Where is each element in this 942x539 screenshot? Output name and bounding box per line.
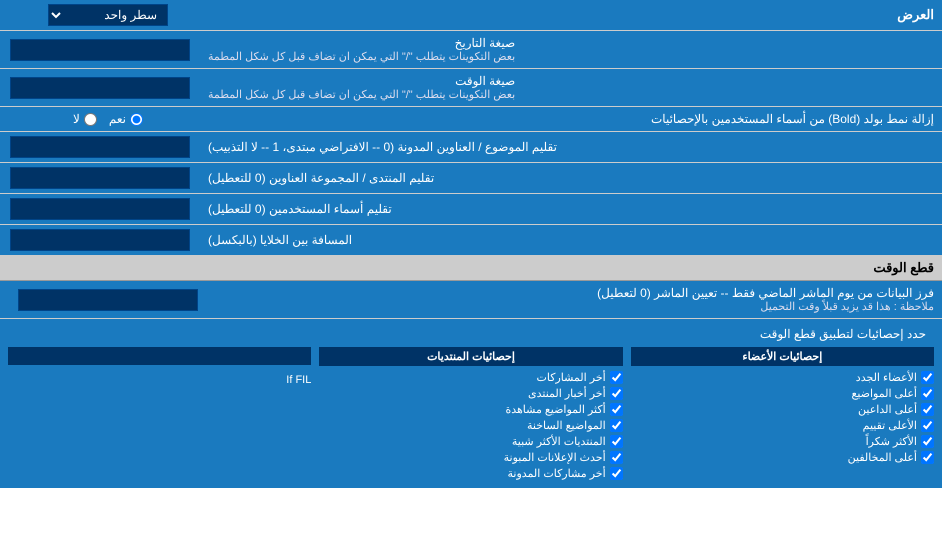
forum-stats-header: إحصائيات المنتديات bbox=[319, 347, 622, 366]
members-top-rated: الأعلى تقييم bbox=[631, 419, 934, 432]
stats-grid: إحصائيات الأعضاء الأعضاء الجدد أعلى المو… bbox=[8, 347, 934, 480]
forum-last-posts-checkbox[interactable] bbox=[610, 371, 623, 384]
cells-gap-label: المسافة بين الخلايا (بالبكسل) bbox=[200, 225, 942, 255]
forum-last-news-checkbox[interactable] bbox=[610, 387, 623, 400]
bold-remove-radio-area: نعم لا bbox=[8, 112, 208, 126]
forum-latest-announcements-label: أحدث الإعلانات المبونة bbox=[504, 451, 606, 464]
members-top-violated-checkbox[interactable] bbox=[921, 451, 934, 464]
members-top-topics: أعلى المواضيع bbox=[631, 387, 934, 400]
time-format-label: صيغة الوقت بعض التكوينات يتطلب "/" التي … bbox=[200, 69, 942, 106]
header-select-area: سطر واحدسطرينثلاثة أسطر bbox=[8, 4, 208, 26]
time-format-input[interactable]: H:i bbox=[10, 77, 190, 99]
forum-hot-topics-checkbox[interactable] bbox=[610, 419, 623, 432]
forum-most-similar-checkbox[interactable] bbox=[610, 435, 623, 448]
forum-most-similar-label: المنتديات الأكثر شبية bbox=[512, 435, 606, 448]
forum-hot-topics-label: المواضيع الساخنة bbox=[527, 419, 606, 432]
time-format-row: صيغة الوقت بعض التكوينات يتطلب "/" التي … bbox=[0, 69, 942, 107]
date-format-note: بعض التكوينات يتطلب "/" التي يمكن ان تضا… bbox=[208, 50, 515, 63]
snapshot-main-label: فرز البيانات من يوم الماشر الماضي فقط --… bbox=[208, 286, 934, 300]
snapshot-data-row: فرز البيانات من يوم الماشر الماضي فقط --… bbox=[0, 281, 942, 319]
date-format-title: صيغة التاريخ bbox=[208, 36, 515, 50]
forum-latest-announcements-checkbox[interactable] bbox=[610, 451, 623, 464]
snapshot-value-input[interactable]: 0 bbox=[18, 289, 198, 311]
stats-title: حدد إحصائيات لتطبيق قطع الوقت bbox=[8, 323, 934, 347]
forum-most-similar: المنتديات الأكثر شبية bbox=[319, 435, 622, 448]
cells-gap-row: المسافة بين الخلايا (بالبكسل) 2 bbox=[0, 225, 942, 256]
members-new-label: الأعضاء الجدد bbox=[856, 371, 917, 384]
members-new-checkbox[interactable] bbox=[921, 371, 934, 384]
snapshot-input-area: 0 bbox=[8, 289, 208, 311]
forum-last-posts: أخر المشاركات bbox=[319, 371, 622, 384]
members-top-rated-label: الأعلى تقييم bbox=[863, 419, 917, 432]
topics-order-label: تقليم الموضوع / العناوين المدونة (0 -- ا… bbox=[200, 132, 942, 162]
extra-stats-col: If FIL bbox=[8, 347, 311, 480]
forum-stats-col: إحصائيات المنتديات أخر المشاركات أخر أخب… bbox=[319, 347, 622, 480]
topics-order-row: تقليم الموضوع / العناوين المدونة (0 -- ا… bbox=[0, 132, 942, 163]
members-top-callers: أعلى الداعين bbox=[631, 403, 934, 416]
user-names-label: تقليم أسماء المستخدمين (0 للتعطيل) bbox=[200, 194, 942, 224]
forum-order-input-area: 33 bbox=[0, 163, 200, 193]
members-top-rated-checkbox[interactable] bbox=[921, 419, 934, 432]
main-container: العرض سطر واحدسطرينثلاثة أسطر صيغة التار… bbox=[0, 0, 942, 488]
members-top-violated: أعلى المخالفين bbox=[631, 451, 934, 464]
user-names-row: تقليم أسماء المستخدمين (0 للتعطيل) 0 bbox=[0, 194, 942, 225]
forum-last-news: أخر أخبار المنتدى bbox=[319, 387, 622, 400]
members-stats-col: إحصائيات الأعضاء الأعضاء الجدد أعلى المو… bbox=[631, 347, 934, 480]
bold-yes-text: نعم bbox=[109, 112, 126, 126]
display-select[interactable]: سطر واحدسطرينثلاثة أسطر bbox=[48, 4, 168, 26]
cells-gap-input-area: 2 bbox=[0, 225, 200, 255]
snapshot-section-header: قطع الوقت bbox=[0, 256, 942, 281]
members-most-thanks: الأكثر شكراً bbox=[631, 435, 934, 448]
date-format-label: صيغة التاريخ بعض التكوينات يتطلب "/" الت… bbox=[200, 31, 942, 68]
topics-order-input[interactable]: 33 bbox=[10, 136, 190, 158]
bold-remove-row: إزالة نمط بولد (Bold) من أسماء المستخدمي… bbox=[0, 107, 942, 132]
members-most-thanks-checkbox[interactable] bbox=[921, 435, 934, 448]
header-row: العرض سطر واحدسطرينثلاثة أسطر bbox=[0, 0, 942, 31]
forum-order-input[interactable]: 33 bbox=[10, 167, 190, 189]
forum-last-blog-posts-checkbox[interactable] bbox=[610, 467, 623, 480]
forum-last-blog-posts-label: أخر مشاركات المدونة bbox=[508, 467, 606, 480]
forum-last-blog-posts: أخر مشاركات المدونة bbox=[319, 467, 622, 480]
topics-order-input-area: 33 bbox=[0, 132, 200, 162]
date-format-input-area: d-m bbox=[0, 31, 200, 68]
date-format-input[interactable]: d-m bbox=[10, 39, 190, 61]
user-names-input-area: 0 bbox=[0, 194, 200, 224]
time-format-input-area: H:i bbox=[0, 69, 200, 106]
forum-last-news-label: أخر أخبار المنتدى bbox=[528, 387, 606, 400]
members-top-violated-label: أعلى المخالفين bbox=[848, 451, 917, 464]
bold-no-radio[interactable] bbox=[84, 113, 97, 126]
members-top-topics-label: أعلى المواضيع bbox=[851, 387, 917, 400]
bold-yes-radio[interactable] bbox=[130, 113, 143, 126]
user-names-input[interactable]: 0 bbox=[10, 198, 190, 220]
bold-remove-label: إزالة نمط بولد (Bold) من أسماء المستخدمي… bbox=[208, 112, 934, 126]
header-label: العرض bbox=[208, 7, 934, 23]
cells-gap-input[interactable]: 2 bbox=[10, 229, 190, 251]
snapshot-title: قطع الوقت bbox=[873, 260, 934, 275]
bold-no-label: لا bbox=[73, 112, 97, 126]
time-format-title: صيغة الوقت bbox=[208, 74, 515, 88]
members-top-topics-checkbox[interactable] bbox=[921, 387, 934, 400]
members-stats-header: إحصائيات الأعضاء bbox=[631, 347, 934, 366]
bold-no-text: لا bbox=[73, 112, 80, 126]
time-format-note: بعض التكوينات يتطلب "/" التي يمكن ان تضا… bbox=[208, 88, 515, 101]
forum-order-row: تقليم المنتدى / المجموعة العناوين (0 للت… bbox=[0, 163, 942, 194]
forum-hot-topics: المواضيع الساخنة bbox=[319, 419, 622, 432]
members-most-thanks-label: الأكثر شكراً bbox=[866, 435, 917, 448]
members-top-callers-checkbox[interactable] bbox=[921, 403, 934, 416]
members-new: الأعضاء الجدد bbox=[631, 371, 934, 384]
stats-area: حدد إحصائيات لتطبيق قطع الوقت إحصائيات ا… bbox=[0, 319, 942, 488]
bold-yes-label: نعم bbox=[109, 112, 143, 126]
forum-latest-announcements: أحدث الإعلانات المبونة bbox=[319, 451, 622, 464]
date-format-row: صيغة التاريخ بعض التكوينات يتطلب "/" الت… bbox=[0, 31, 942, 69]
if-fil-text: If FIL bbox=[8, 370, 311, 390]
snapshot-data-label: فرز البيانات من يوم الماشر الماضي فقط --… bbox=[208, 286, 934, 313]
snapshot-note-label: ملاحظة : هذا قد يزيد قبلاً وقت التحميل bbox=[208, 300, 934, 313]
members-top-callers-label: أعلى الداعين bbox=[858, 403, 917, 416]
forum-order-label: تقليم المنتدى / المجموعة العناوين (0 للت… bbox=[200, 163, 942, 193]
forum-most-viewed: أكثر المواضيع مشاهدة bbox=[319, 403, 622, 416]
forum-most-viewed-checkbox[interactable] bbox=[610, 403, 623, 416]
extra-stats-header bbox=[8, 347, 311, 365]
forum-last-posts-label: أخر المشاركات bbox=[537, 371, 606, 384]
forum-most-viewed-label: أكثر المواضيع مشاهدة bbox=[505, 403, 605, 416]
